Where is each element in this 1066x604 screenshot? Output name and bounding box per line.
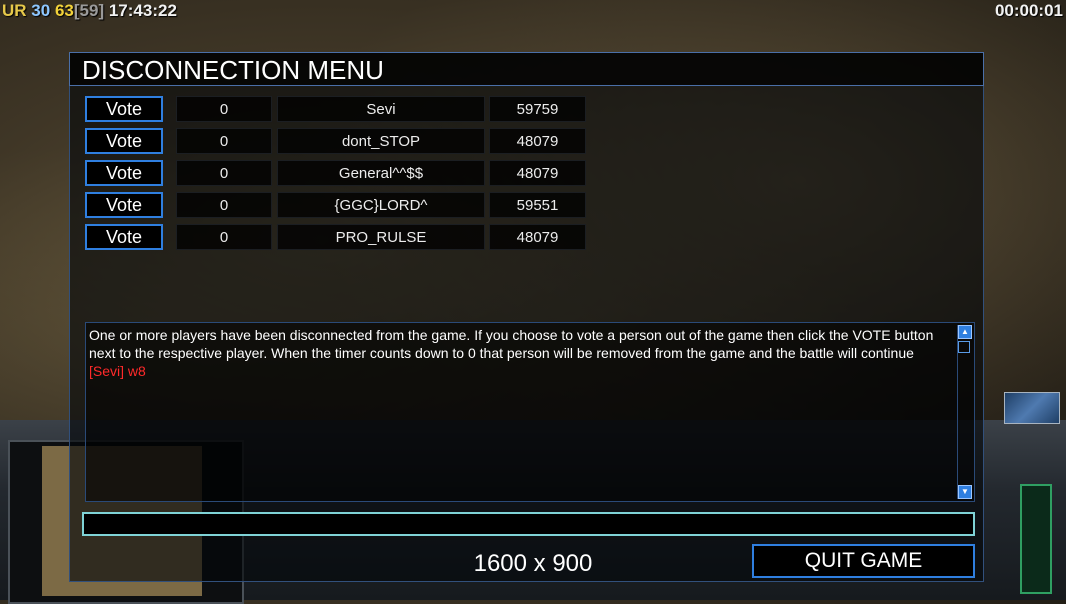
vote-count: 0	[176, 224, 272, 250]
hud-fps: 30	[31, 1, 51, 20]
vote-count: 0	[176, 160, 272, 186]
scroll-up-arrow-icon[interactable]: ▲	[958, 325, 972, 339]
chat-player-line: [Sevi] w8	[89, 363, 146, 379]
performance-hud: UR 30 63[59] 17:43:22	[2, 1, 177, 21]
scroll-down-arrow-icon[interactable]: ▼	[958, 485, 972, 499]
vote-button[interactable]: Vote	[85, 192, 163, 218]
player-name: dont_STOP	[277, 128, 485, 154]
game-timer: 00:00:01	[994, 1, 1063, 20]
player-ping: 59759	[489, 96, 586, 122]
vote-button[interactable]: Vote	[85, 96, 163, 122]
player-ping: 48079	[489, 224, 586, 250]
player-ping: 59551	[489, 192, 586, 218]
chat-input[interactable]	[82, 512, 975, 536]
player-name: Sevi	[277, 96, 485, 122]
player-name: General^^$$	[277, 160, 485, 186]
hud-logic-rate: 63	[54, 1, 74, 20]
vote-button[interactable]: Vote	[85, 160, 163, 186]
player-name: PRO_RULSE	[277, 224, 485, 250]
vote-button[interactable]: Vote	[85, 224, 163, 250]
chat-text: One or more players have been disconnect…	[89, 326, 955, 380]
system-message: One or more players have been disconnect…	[89, 327, 934, 361]
player-ping: 48079	[489, 160, 586, 186]
hud-ur-label: UR	[2, 1, 27, 20]
resolution-label: 1600 x 900	[473, 550, 593, 577]
quit-game-button[interactable]: QUIT GAME	[752, 544, 975, 578]
vote-count: 0	[176, 192, 272, 218]
player-ping: 48079	[489, 128, 586, 154]
vote-count: 0	[176, 96, 272, 122]
vote-count: 0	[176, 128, 272, 154]
power-meter	[1020, 484, 1052, 594]
player-name: {GGC}LORD^	[277, 192, 485, 218]
hud-logic-target: [59]	[73, 1, 105, 20]
chat-scrollbar[interactable]: ▲ ▼	[957, 325, 972, 499]
vote-button[interactable]: Vote	[85, 128, 163, 154]
scroll-thumb[interactable]	[958, 341, 970, 353]
hud-clock: 17:43:22	[108, 1, 177, 20]
dialog-title: DISCONNECTION MENU	[69, 52, 984, 86]
chat-log[interactable]: One or more players have been disconnect…	[85, 322, 975, 502]
satellite-portrait-icon	[1004, 392, 1060, 424]
